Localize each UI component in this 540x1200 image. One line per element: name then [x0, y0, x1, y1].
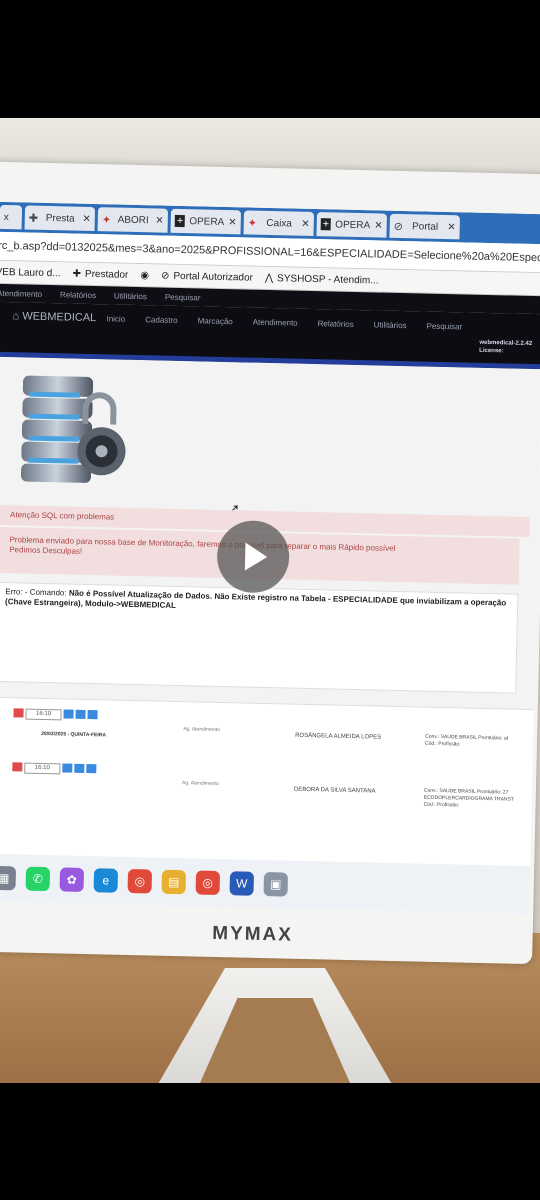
schedule-row[interactable]: 16:10 Ag. Atendimento DEBORA DA SILVA SA… — [0, 756, 514, 818]
tab-4[interactable]: ✦ Caixa ✕ — [243, 210, 315, 237]
print-icon[interactable] — [86, 763, 97, 774]
close-icon[interactable]: ✕ — [301, 218, 310, 229]
row-actions: 16:10 — [12, 762, 97, 775]
row-patient[interactable]: DEBORA DA SILVA SANTANA — [294, 787, 376, 795]
tab-label: Portal — [411, 220, 439, 233]
monitor-brand: MYMAX — [212, 922, 294, 946]
taskbar: ▦ ✆ ✿ e ◎ ▤ ◎ W ▣ — [0, 853, 531, 915]
cross-icon: ✚ — [28, 212, 39, 225]
logo-text: WEBMEDICAL — [22, 310, 97, 325]
photo-area: x ✚ Presta ✕ ✦ ABORI ✕ + OPERA ✕ ✦ Caixa… — [0, 118, 540, 1083]
bookmark-label: VEB Lauro d... — [0, 266, 61, 279]
cancel-icon[interactable] — [13, 708, 24, 718]
row-time: 16:10 — [24, 762, 61, 775]
tab-label: ABORI — [117, 214, 149, 226]
row-status: Ag. Atendimento — [183, 726, 221, 734]
nav-marcacao[interactable]: Marcação — [198, 316, 233, 326]
license-text: License: — [479, 347, 504, 355]
database-lock-icon — [20, 375, 126, 483]
row-date: 20/03/2025 - QUINTA-FEIRA — [41, 730, 107, 739]
chrome-icon[interactable]: ◎ — [127, 868, 153, 894]
chrome-icon[interactable]: ◎ — [195, 870, 221, 896]
edge-icon[interactable]: e — [93, 868, 119, 893]
row-patient[interactable]: ROSÂNGELA ALMEIDA LOPES — [295, 733, 381, 741]
close-icon[interactable]: ✕ — [374, 220, 383, 231]
close-icon[interactable]: ✕ — [447, 222, 456, 233]
close-icon[interactable]: ✕ — [82, 213, 91, 224]
tab-6[interactable]: ⊘ Portal ✕ — [389, 213, 460, 240]
portal-icon: ⊘ — [160, 270, 170, 282]
view-icon[interactable] — [74, 763, 85, 773]
menu-atendimento[interactable]: Atendimento — [0, 288, 42, 298]
nav-pesquisar[interactable]: Pesquisar — [426, 322, 462, 332]
portal-icon: ⊘ — [393, 220, 404, 233]
bookmark-label: SYSHOSP - Atendim... — [277, 272, 379, 286]
tab-label: Presta — [45, 212, 75, 225]
row-status: Ag. Atendimento — [181, 780, 219, 787]
error-box: Erro: - Comando: Não é Possível Atualiza… — [0, 581, 519, 694]
tab-label: Caixa — [266, 217, 293, 230]
row-time: 16:10 — [25, 708, 62, 721]
nav-atendimento[interactable]: Atendimento — [253, 318, 298, 328]
copilot-icon[interactable]: ✿ — [59, 867, 85, 892]
close-icon[interactable]: ✕ — [155, 215, 164, 226]
bookmark-globe[interactable]: ◉ — [140, 270, 149, 281]
star-icon: ✦ — [247, 217, 258, 230]
file-explorer-icon[interactable]: ▤ — [161, 869, 187, 895]
tab-label: OPERA — [335, 218, 371, 231]
tab-0[interactable]: x — [0, 204, 23, 230]
taskview-icon[interactable]: ▦ — [0, 865, 17, 891]
syshosp-icon: ⋀ — [264, 272, 274, 284]
word-icon[interactable]: W — [229, 871, 255, 896]
nav-utilitarios[interactable]: Utilitários — [374, 320, 407, 330]
bookmark-syshosp[interactable]: ⋀ SYSHOSP - Atendim... — [265, 272, 379, 286]
bookmark-portal-autorizador[interactable]: ⊘ Portal Autorizador — [161, 270, 253, 283]
tab-1[interactable]: ✚ Presta ✕ — [24, 205, 96, 232]
error-label: Erro: - Comando: — [5, 587, 69, 598]
view-icon[interactable] — [75, 709, 86, 719]
version-info: webmedical-2.2.42 License: — [479, 339, 532, 356]
app-logo[interactable]: ⌂ WEBMEDICAL — [12, 310, 96, 324]
bookmark-label: Portal Autorizador — [173, 270, 254, 284]
close-icon[interactable]: ✕ — [228, 217, 237, 228]
menu-utilitarios[interactable]: Utilitários — [114, 291, 147, 301]
tab-5[interactable]: + OPERA ✕ — [316, 212, 387, 238]
plus-icon: + — [174, 214, 186, 228]
schedule-list: 16:10 20/03/2025 - QUINTA-FEIRA Ag. Aten… — [0, 696, 534, 841]
video-play-button[interactable] — [216, 519, 290, 594]
tab-3[interactable]: + OPERA ✕ — [170, 208, 242, 235]
close-icon[interactable]: x — [4, 211, 9, 222]
tab-2[interactable]: ✦ ABORI ✕ — [97, 207, 169, 233]
nav-relatorios[interactable]: Relatórios — [318, 319, 354, 329]
row-info: Conv.: SAUDE BRASIL Prontuário: at Cód.:… — [424, 733, 509, 748]
whatsapp-icon[interactable]: ✆ — [25, 866, 51, 892]
cancel-icon[interactable] — [12, 762, 23, 772]
tab-label: OPERA — [189, 215, 225, 228]
bookmark-lauro[interactable]: VEB Lauro d... — [0, 266, 61, 278]
menu-relatorios[interactable]: Relatórios — [60, 290, 96, 300]
row-info: Conv.: SAUDE BRASIL Prontuário: 27 ECODO… — [423, 787, 514, 809]
row-actions: 16:10 — [13, 708, 98, 721]
schedule-row[interactable]: 16:10 20/03/2025 - QUINTA-FEIRA Ag. Aten… — [0, 702, 516, 764]
bookmark-label: Prestador — [84, 268, 129, 281]
video-letterbox-top — [0, 0, 540, 118]
nav-items: Inicio Cadastro Marcação Atendimento Rel… — [106, 314, 462, 331]
screen: x ✚ Presta ✕ ✦ ABORI ✕ + OPERA ✕ ✦ Caixa… — [0, 201, 540, 915]
edit-icon[interactable] — [63, 709, 74, 719]
globe-icon: ◉ — [140, 269, 150, 281]
cross-icon: ✚ — [72, 268, 82, 280]
nav-inicio[interactable]: Inicio — [106, 314, 125, 323]
home-icon: ⌂ — [12, 310, 23, 323]
app-icon[interactable]: ▣ — [263, 872, 289, 897]
print-icon[interactable] — [87, 710, 98, 720]
video-letterbox-bottom — [0, 1083, 540, 1200]
edit-icon[interactable] — [62, 763, 73, 773]
star-icon: ✦ — [101, 213, 112, 226]
main-content: ➚ Atenção SQL com problemas Problema env… — [0, 356, 540, 710]
menu-pesquisar[interactable]: Pesquisar — [165, 292, 201, 302]
plus-icon: + — [320, 218, 332, 231]
nav-cadastro[interactable]: Cadastro — [145, 315, 178, 325]
monitor: x ✚ Presta ✕ ✦ ABORI ✕ + OPERA ✕ ✦ Caixa… — [0, 161, 540, 965]
bookmark-prestador[interactable]: ✚ Prestador — [72, 268, 128, 280]
